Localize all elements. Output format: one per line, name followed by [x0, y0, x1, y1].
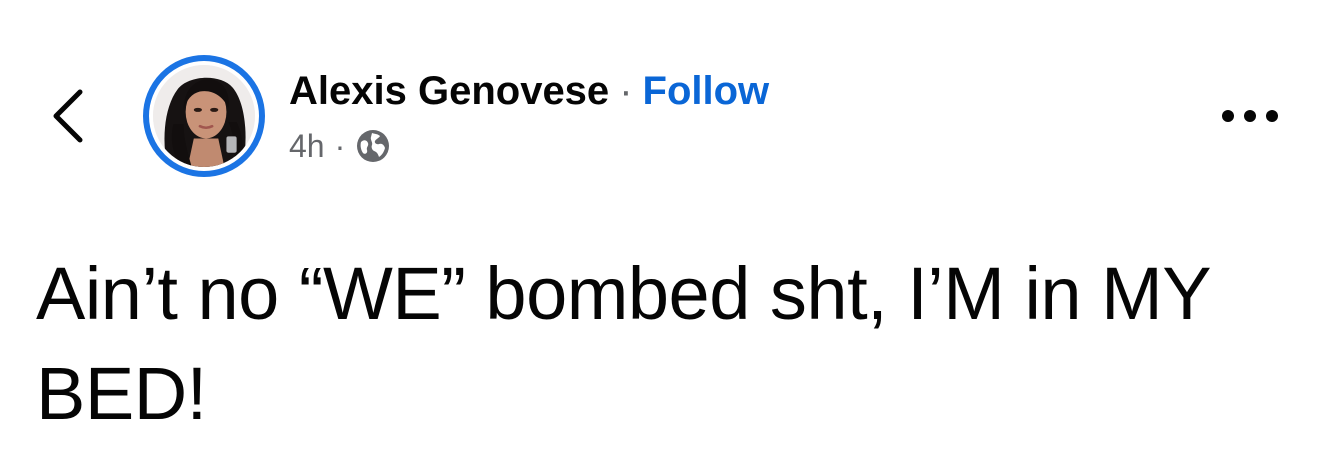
post-meta: 4h ·: [289, 126, 391, 166]
name-separator: ·: [619, 69, 633, 113]
more-horizontal-icon: [1222, 110, 1278, 122]
chevron-left-icon: [53, 89, 83, 143]
profile-photo: [153, 65, 255, 167]
story-ring: [143, 55, 265, 177]
more-options-button[interactable]: [1210, 96, 1290, 136]
globe-icon[interactable]: [355, 128, 391, 164]
post-body-text: Ain’t no “WE” bombed sht, I’M in MY BED!: [36, 252, 1210, 435]
follow-button[interactable]: Follow: [643, 69, 770, 113]
post-header: Alexis Genovese · Follow 4h ·: [0, 0, 1320, 200]
back-button[interactable]: [40, 80, 96, 152]
avatar[interactable]: [153, 65, 255, 167]
post-timestamp[interactable]: 4h: [289, 126, 325, 166]
author-name[interactable]: Alexis Genovese: [289, 69, 609, 113]
author-line: Alexis Genovese · Follow: [289, 66, 769, 116]
meta-separator: ·: [334, 128, 346, 164]
